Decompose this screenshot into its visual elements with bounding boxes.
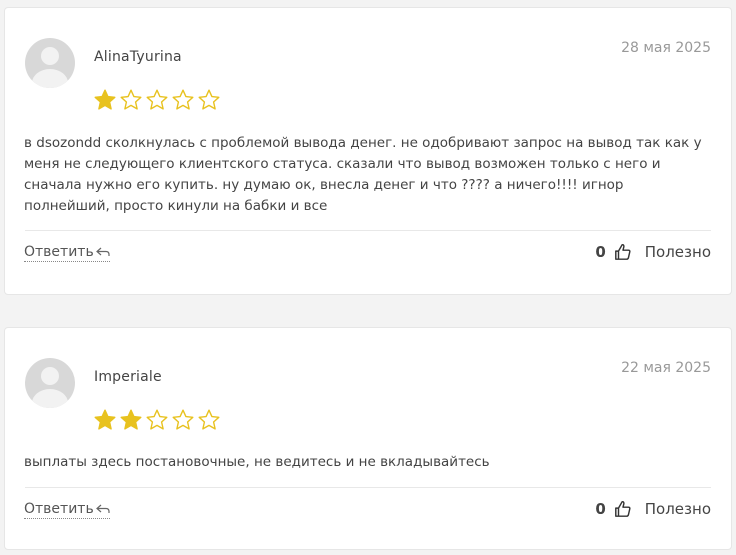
rating-stars bbox=[93, 408, 221, 432]
divider bbox=[25, 230, 711, 231]
avatar bbox=[25, 358, 75, 408]
reply-label: Ответить bbox=[24, 501, 94, 517]
review-card: Imperiale 22 мая 2025 выплаты здесь пост… bbox=[4, 327, 732, 550]
review-text: в dsozondd сколкнулась с проблемой вывод… bbox=[24, 135, 702, 214]
vote-area: 0 Полезно bbox=[595, 500, 711, 518]
author-name: Imperiale bbox=[94, 369, 162, 385]
star-empty-icon bbox=[146, 89, 168, 110]
reply-button[interactable]: Ответить bbox=[24, 244, 110, 262]
reply-button[interactable]: Ответить bbox=[24, 501, 110, 519]
star-empty-icon bbox=[172, 409, 194, 430]
like-count: 0 bbox=[595, 243, 606, 261]
useful-button[interactable]: Полезно bbox=[645, 500, 711, 518]
star-empty-icon bbox=[198, 89, 220, 110]
vote-area: 0 Полезно bbox=[595, 243, 711, 261]
thumbs-up-icon[interactable] bbox=[614, 243, 632, 261]
avatar-body-shape bbox=[32, 69, 68, 88]
star-filled-icon bbox=[94, 409, 116, 430]
review-card: AlinaTyurina 28 мая 2025 в dsozondd скол… bbox=[4, 7, 732, 295]
star-filled-icon bbox=[94, 89, 116, 110]
like-count: 0 bbox=[595, 500, 606, 518]
thumbs-up-icon[interactable] bbox=[614, 500, 632, 518]
star-empty-icon bbox=[198, 409, 220, 430]
review-date: 22 мая 2025 bbox=[621, 360, 711, 376]
star-empty-icon bbox=[120, 89, 142, 110]
reply-arrow-icon bbox=[95, 247, 110, 256]
review-date: 28 мая 2025 bbox=[621, 40, 711, 56]
review-text: выплаты здесь постановочные, не ведитесь… bbox=[24, 454, 490, 470]
author-name: AlinaTyurina bbox=[94, 49, 182, 65]
reply-arrow-icon bbox=[95, 504, 110, 513]
rating-stars bbox=[93, 88, 221, 112]
divider bbox=[25, 487, 711, 488]
star-filled-icon bbox=[120, 409, 142, 430]
useful-button[interactable]: Полезно bbox=[645, 243, 711, 261]
reply-label: Ответить bbox=[24, 244, 94, 260]
avatar-head-shape bbox=[41, 47, 59, 65]
avatar-body-shape bbox=[32, 389, 68, 408]
avatar bbox=[25, 38, 75, 88]
star-empty-icon bbox=[146, 409, 168, 430]
avatar-head-shape bbox=[41, 367, 59, 385]
star-empty-icon bbox=[172, 89, 194, 110]
